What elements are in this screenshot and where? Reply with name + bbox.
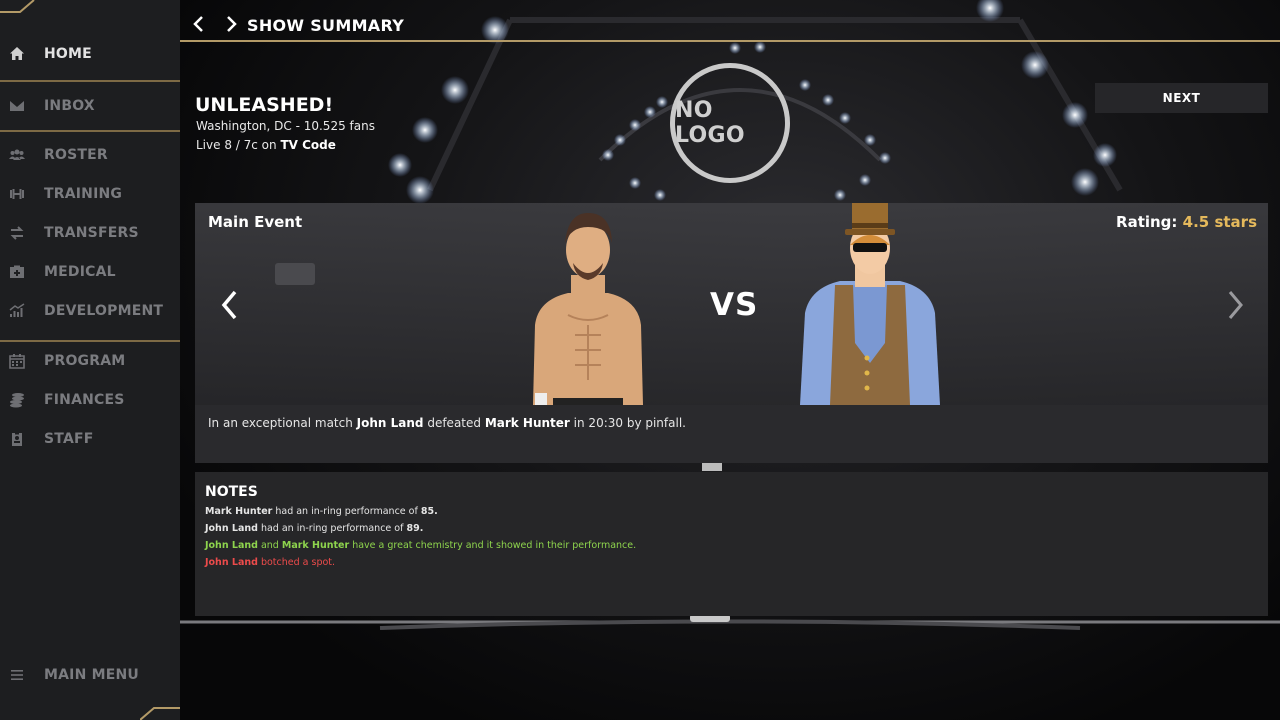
sidebar-item-home[interactable]: HOME: [0, 40, 180, 68]
sidebar-item-inbox[interactable]: INBOX: [0, 92, 180, 120]
previous-match-arrow-icon[interactable]: [219, 288, 241, 322]
back-arrow-icon[interactable]: [190, 14, 206, 34]
wrestler-portrait-mark-hunter: [800, 203, 940, 405]
transfer-arrows-icon: [9, 225, 25, 241]
show-name: UNLEASHED!: [195, 94, 334, 116]
sidebar-item-label: INBOX: [44, 98, 95, 114]
result-text-segment: In an exceptional match: [208, 416, 357, 430]
next-match-arrow-icon[interactable]: [1224, 288, 1246, 322]
show-broadcast: Live 8 / 7c on TV Code: [196, 138, 336, 152]
note-line: Mark Hunter had an in-ring performance o…: [205, 506, 438, 517]
sidebar-item-label: ROSTER: [44, 147, 108, 163]
note-text: had an in-ring performance of: [257, 523, 407, 534]
home-icon: [9, 46, 25, 62]
match-rating: Rating: 4.5 stars: [1116, 213, 1257, 231]
show-location: Washington, DC - 10.525 fans: [196, 119, 375, 133]
wrestler-name: Mark Hunter: [205, 506, 273, 517]
page-title: SHOW SUMMARY: [247, 16, 405, 35]
sidebar-item-label: STAFF: [44, 431, 94, 447]
sidebar-item-roster[interactable]: ROSTER: [0, 141, 180, 169]
divider: [0, 130, 180, 132]
sidebar-item-transfers[interactable]: TRANSFERS: [0, 219, 180, 247]
match-card: Main Event Rating: 4.5 stars VS: [195, 203, 1268, 405]
note-text: botched a spot.: [257, 557, 336, 568]
logo-text: NO LOGO: [675, 98, 745, 148]
tv-channel: TV Code: [280, 138, 336, 152]
forward-arrow-icon[interactable]: [224, 14, 240, 34]
chart-icon: [9, 303, 25, 319]
winner-name: John Land: [356, 416, 424, 430]
notes-title: NOTES: [205, 484, 258, 500]
sidebar-item-finances[interactable]: FINANCES: [0, 386, 180, 414]
sidebar-item-label: PROGRAM: [44, 353, 126, 369]
sidebar-item-label: TRAINING: [44, 186, 123, 202]
note-text: had an in-ring performance of: [272, 506, 421, 517]
note-text: and: [257, 540, 282, 551]
match-result-text: In an exceptional match John Land defeat…: [208, 416, 686, 430]
badge-icon: [9, 431, 25, 447]
main-area: SHOW SUMMARY UNLEASHED! Washington, DC -…: [180, 0, 1280, 720]
sidebar-item-label: DEVELOPMENT: [44, 303, 164, 319]
note-line-chemistry: John Land and Mark Hunter have a great c…: [205, 540, 636, 551]
wrestler-name: John Land: [205, 523, 258, 534]
main-menu-button[interactable]: MAIN MENU: [0, 661, 180, 689]
mail-icon: [9, 98, 25, 114]
match-result-bar: In an exceptional match John Land defeat…: [195, 405, 1268, 463]
performance-value: 85.: [420, 506, 438, 517]
background-decoration: [275, 263, 315, 285]
note-line-botch: John Land botched a spot.: [205, 557, 335, 568]
sidebar-item-label: MEDICAL: [44, 264, 116, 280]
performance-value: 89.: [406, 523, 424, 534]
sidebar-item-program[interactable]: PROGRAM: [0, 347, 180, 375]
wrestler-portrait-john-land: [533, 213, 643, 405]
main-menu-label: MAIN MENU: [44, 667, 139, 683]
medical-kit-icon: [9, 264, 25, 280]
note-text: have a great chemistry and it showed in …: [349, 540, 637, 551]
notes-panel: NOTES Mark Hunter had an in-ring perform…: [195, 472, 1268, 616]
calendar-icon: [9, 353, 25, 369]
sidebar-item-staff[interactable]: STAFF: [0, 425, 180, 453]
wrestler-name: John Land: [205, 540, 258, 551]
wrestler-name: Mark Hunter: [281, 540, 350, 551]
sidebar-item-label: TRANSFERS: [44, 225, 139, 241]
divider: [0, 340, 180, 342]
loser-name: Mark Hunter: [484, 416, 570, 430]
match-slot-label: Main Event: [208, 213, 303, 231]
hamburger-icon: [9, 667, 25, 683]
dumbbell-icon: [9, 186, 25, 202]
wrestler-name: John Land: [205, 557, 258, 568]
next-button[interactable]: NEXT: [1095, 83, 1268, 113]
corner-decoration: [0, 0, 35, 13]
sidebar-item-training[interactable]: TRAINING: [0, 180, 180, 208]
sidebar-item-medical[interactable]: MEDICAL: [0, 258, 180, 286]
header-divider: [180, 40, 1280, 42]
coins-icon: [9, 392, 25, 408]
top-bar: SHOW SUMMARY: [180, 0, 1280, 42]
divider: [0, 80, 180, 82]
result-text-segment: in 20:30 by pinfall.: [569, 416, 686, 430]
sidebar: HOME INBOX ROSTER TRAINING TRANSFERS MED…: [0, 0, 180, 720]
users-icon: [9, 147, 25, 163]
broadcast-time: Live 8 / 7c on: [196, 138, 281, 152]
sidebar-item-label: HOME: [44, 46, 92, 62]
note-line: John Land had an in-ring performance of …: [205, 523, 423, 534]
rating-label: Rating:: [1116, 213, 1178, 231]
sidebar-item-development[interactable]: DEVELOPMENT: [0, 297, 180, 325]
result-text-segment: defeated: [423, 416, 485, 430]
sidebar-item-label: FINANCES: [44, 392, 125, 408]
versus-label: VS: [710, 287, 759, 323]
corner-decoration: [140, 707, 180, 720]
show-logo-placeholder: NO LOGO: [670, 63, 790, 183]
rating-value: 4.5 stars: [1182, 213, 1257, 231]
